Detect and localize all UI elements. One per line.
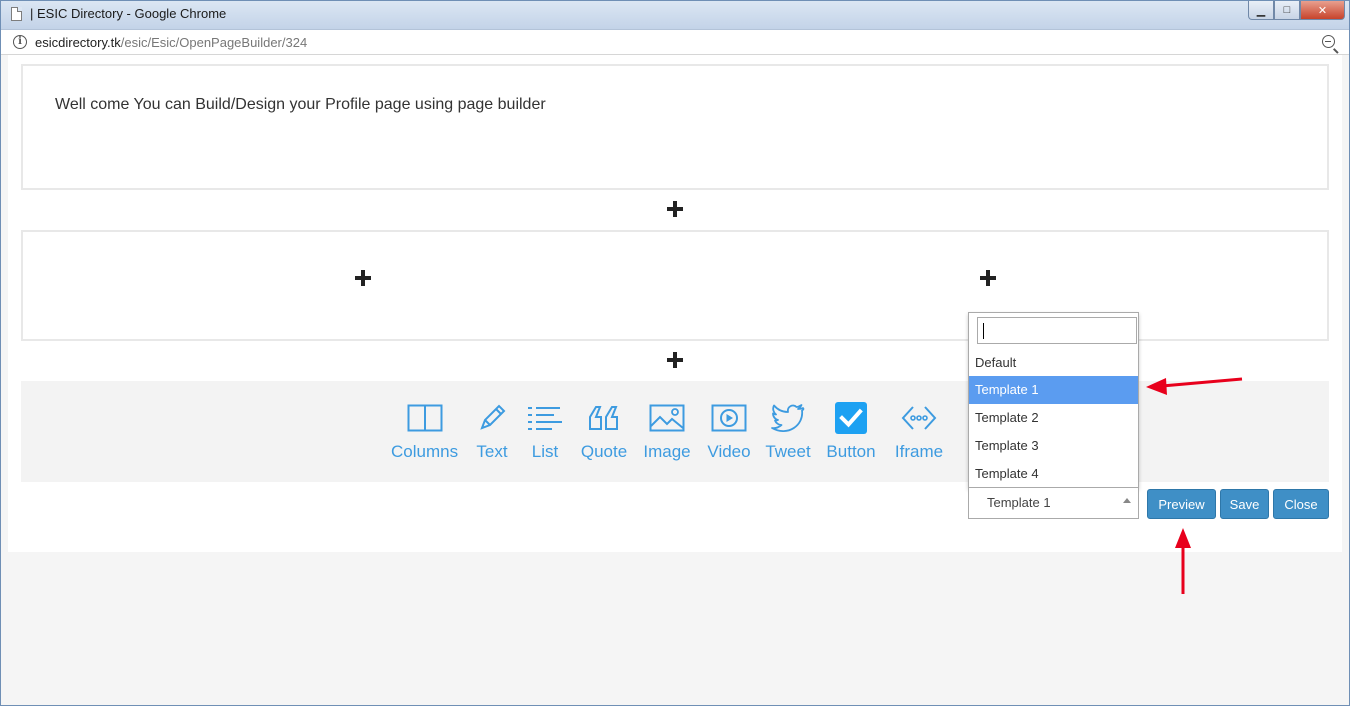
quote-icon (579, 401, 629, 435)
template-option-template-1[interactable]: Template 1 (969, 376, 1138, 404)
template-option-template-4[interactable]: Template 4 (969, 460, 1138, 488)
template-select[interactable]: Template 1 (968, 487, 1139, 519)
builder-row-text[interactable] (21, 64, 1329, 190)
page-icon (11, 7, 22, 21)
move-handle-icon[interactable] (353, 268, 373, 288)
iframe-icon (894, 401, 944, 435)
move-handle-icon[interactable] (665, 350, 685, 370)
template-select-value: Template 1 (987, 495, 1051, 510)
zoom-icon[interactable] (1322, 35, 1335, 48)
tool-label: Tweet (765, 442, 811, 461)
preview-button[interactable]: Preview (1147, 489, 1216, 519)
welcome-text[interactable]: Well come You can Build/Design your Prof… (55, 96, 546, 114)
tool-text[interactable]: Text (467, 401, 517, 462)
tool-list[interactable]: List (520, 401, 570, 462)
tool-tweet[interactable]: Tweet (763, 401, 813, 462)
tool-label: Button (826, 442, 876, 461)
tool-label: Quote (580, 442, 628, 461)
template-option-template-2[interactable]: Template 2 (969, 404, 1138, 432)
twitter-icon (763, 401, 813, 435)
tool-label: Text (476, 442, 508, 461)
close-window-button[interactable]: ✕ (1300, 1, 1345, 20)
template-option-template-3[interactable]: Template 3 (969, 432, 1138, 460)
pencil-icon (467, 401, 517, 435)
chevron-up-icon (1123, 498, 1131, 503)
tool-iframe[interactable]: Iframe (894, 401, 944, 462)
tool-button[interactable]: Button (826, 401, 876, 462)
move-handle-icon[interactable] (665, 199, 685, 219)
title-bar: | ESIC Directory - Google Chrome ▁ □ ✕ (1, 1, 1349, 30)
template-search-input[interactable] (977, 317, 1137, 344)
window-controls: ▁ □ ✕ (1248, 1, 1345, 20)
tool-label: Video (707, 442, 751, 461)
text-caret (983, 323, 984, 339)
tool-image[interactable]: Image (642, 401, 692, 462)
tool-quote[interactable]: Quote (579, 401, 629, 462)
close-button[interactable]: Close (1273, 489, 1329, 519)
window-title: | ESIC Directory - Google Chrome (30, 6, 227, 21)
move-handle-icon[interactable] (978, 268, 998, 288)
image-icon (642, 401, 692, 435)
video-icon (704, 401, 754, 435)
columns-icon (400, 401, 450, 435)
checkbox-icon (826, 401, 876, 435)
list-icon (520, 401, 570, 435)
url-text[interactable]: esicdirectory.tk/esic/Esic/OpenPageBuild… (35, 35, 307, 50)
address-bar[interactable]: i esicdirectory.tk/esic/Esic/OpenPageBui… (1, 30, 1349, 55)
tool-label: List (531, 442, 559, 461)
template-option-default[interactable]: Default (969, 349, 1138, 377)
tool-label: Image (643, 442, 691, 461)
url-host: esicdirectory.tk (35, 35, 121, 50)
save-button[interactable]: Save (1220, 489, 1269, 519)
tool-label: Iframe (894, 442, 944, 461)
minimize-button[interactable]: ▁ (1248, 1, 1274, 20)
tool-columns[interactable]: Columns (391, 401, 458, 462)
page-footer-area (8, 552, 1342, 700)
tool-label: Columns (391, 442, 459, 461)
info-icon[interactable]: i (13, 35, 27, 49)
tool-video[interactable]: Video (704, 401, 754, 462)
url-path: /esic/Esic/OpenPageBuilder/324 (120, 35, 308, 50)
template-dropdown: Default Template 1 Template 2 Template 3… (968, 312, 1139, 488)
maximize-button[interactable]: □ (1274, 1, 1300, 20)
